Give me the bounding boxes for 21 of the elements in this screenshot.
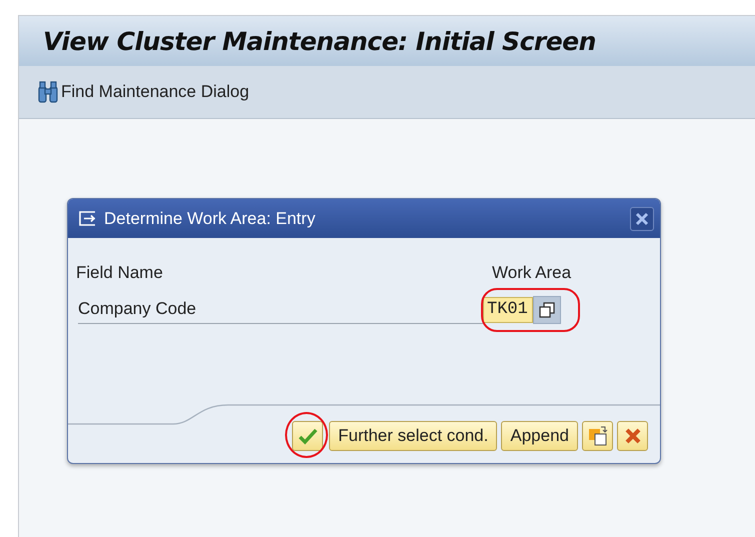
confirm-button[interactable]: [292, 421, 324, 451]
column-header: Work Area: [492, 262, 572, 284]
find-dialog-button[interactable]: Find Maintenance Dialog: [37, 79, 250, 105]
checkmark-icon: [298, 427, 318, 445]
copy-button[interactable]: [582, 421, 613, 451]
copy-icon: [586, 425, 608, 447]
close-icon: [634, 210, 650, 226]
work-area-field[interactable]: TK01: [483, 296, 533, 322]
cancel-button[interactable]: [617, 421, 648, 451]
dialog-button[interactable]: Append: [501, 421, 578, 451]
value-help-button[interactable]: [533, 296, 561, 324]
dialog-button[interactable]: Further select cond.: [329, 421, 498, 451]
cancel-icon: [624, 427, 642, 445]
window-title: View Cluster Maintenance: Initial Screen: [43, 26, 596, 56]
close-button[interactable]: [630, 206, 654, 230]
column-header: Field Name: [76, 262, 164, 284]
binoculars-icon: [37, 80, 59, 104]
dialog-title: Determine Work Area: Entry: [104, 208, 316, 230]
entry-icon: [78, 210, 98, 228]
field-label: Company Code: [78, 298, 196, 320]
copy-icon: [539, 302, 555, 318]
